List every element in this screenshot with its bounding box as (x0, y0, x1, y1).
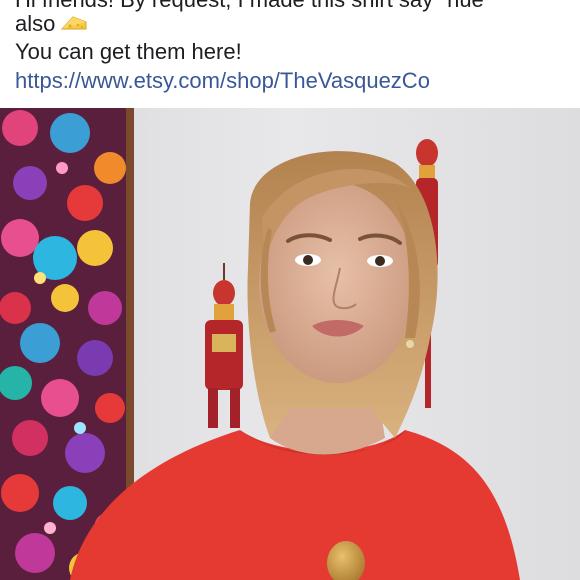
post-text: Hi friends! By request, I made this shir… (0, 0, 580, 108)
shop-link[interactable]: https://www.etsy.com/shop/TheVasquezCo (15, 68, 430, 93)
post-photo[interactable] (0, 108, 580, 580)
post-text-fragment: also (15, 11, 56, 36)
cheese-icon (61, 16, 87, 30)
post-link-line: https://www.etsy.com/shop/TheVasquezCo (15, 67, 430, 95)
post-text-line: also (15, 10, 87, 38)
post-view: Hi friends! By request, I made this shir… (0, 0, 580, 580)
post-text-line: You can get them here! (15, 39, 242, 64)
